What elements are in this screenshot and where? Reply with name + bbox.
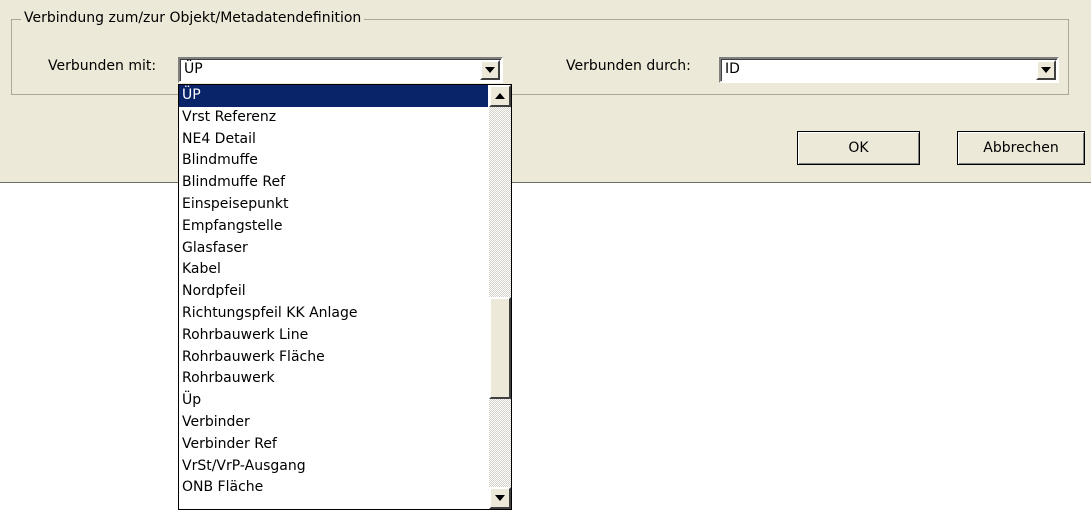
connected-with-combobox[interactable]: ÜP <box>178 57 503 83</box>
chevron-down-icon <box>1041 67 1051 73</box>
connected-by-label: Verbunden durch: <box>566 58 691 74</box>
dropdown-item[interactable]: Rohrbauwerk Line <box>179 325 488 347</box>
dropdown-items: ÜP Vrst Referenz NE4 Detail Blindmuffe Blind… <box>179 85 488 499</box>
scroll-down-button[interactable] <box>489 487 511 509</box>
connected-with-dropdown-list[interactable]: ÜP Vrst Referenz NE4 Detail Blindmuffe Blind… <box>178 84 512 510</box>
connected-with-dropdown-button[interactable] <box>480 60 500 80</box>
dropdown-item[interactable]: Verbinder <box>179 412 488 434</box>
groupbox-legend: Verbindung zum/zur Objekt/Metadatendefin… <box>21 10 365 26</box>
dropdown-item[interactable]: Blindmuffe <box>179 150 488 172</box>
dropdown-item[interactable]: Richtungspfeil KK Anlage <box>179 303 488 325</box>
connection-dialog: Verbindung zum/zur Objekt/Metadatendefin… <box>0 0 1091 183</box>
arrow-up-icon <box>495 93 505 99</box>
scrollbar-thumb[interactable] <box>489 297 511 399</box>
dropdown-item[interactable]: Empfangstelle <box>179 216 488 238</box>
chevron-down-icon <box>485 67 495 73</box>
connected-by-value: ID <box>725 61 740 77</box>
dropdown-item[interactable]: ONB Fläche <box>179 477 488 499</box>
dropdown-item[interactable]: NE4 Detail <box>179 129 488 151</box>
dropdown-item[interactable]: Blindmuffe Ref <box>179 172 488 194</box>
ok-button[interactable]: OK <box>797 131 920 165</box>
dropdown-item[interactable]: ÜP <box>179 85 488 107</box>
dropdown-item[interactable]: Vrst Referenz <box>179 107 488 129</box>
connected-by-combobox[interactable]: ID <box>719 57 1059 83</box>
dropdown-item[interactable]: Einspeisepunkt <box>179 194 488 216</box>
connected-by-dropdown-button[interactable] <box>1036 60 1056 80</box>
dropdown-item[interactable]: Üp <box>179 390 488 412</box>
dropdown-item[interactable]: Glasfaser <box>179 238 488 260</box>
dropdown-scrollbar[interactable] <box>489 85 511 509</box>
dropdown-item[interactable]: VrSt/VrP-Ausgang <box>179 456 488 478</box>
connected-with-label: Verbunden mit: <box>48 58 157 74</box>
dropdown-item[interactable]: Rohrbauwerk Fläche <box>179 347 488 369</box>
scroll-up-button[interactable] <box>489 85 511 107</box>
dropdown-item[interactable]: Verbinder Ref <box>179 434 488 456</box>
dropdown-item[interactable]: Rohrbauwerk <box>179 368 488 390</box>
arrow-down-icon <box>495 495 505 501</box>
connected-with-value: ÜP <box>184 61 203 77</box>
root: Verbindung zum/zur Objekt/Metadatendefin… <box>0 0 1091 510</box>
dropdown-item[interactable]: Kabel <box>179 259 488 281</box>
cancel-button[interactable]: Abbrechen <box>957 131 1085 165</box>
dropdown-item[interactable]: Nordpfeil <box>179 281 488 303</box>
